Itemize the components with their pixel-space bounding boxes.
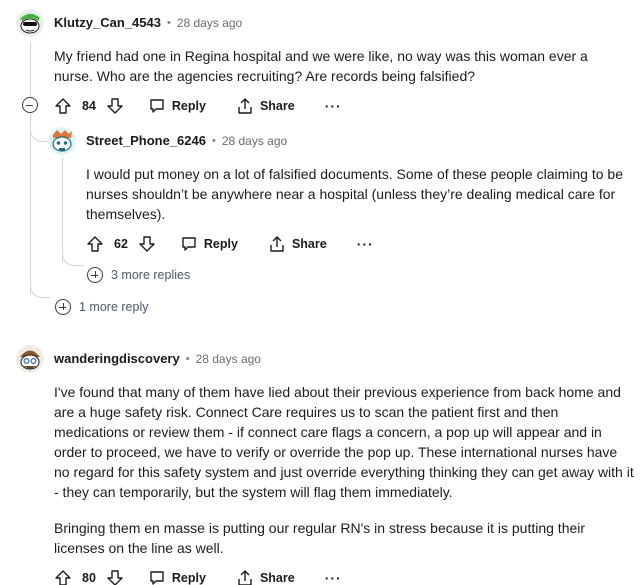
vote-count: 80	[82, 571, 96, 585]
timestamp[interactable]: 28 days ago	[177, 16, 242, 30]
comment-header: Street_Phone_6246 • 28 days ago	[86, 133, 287, 148]
reply-button[interactable]: Reply	[148, 97, 206, 115]
comment-body: I would put money on a lot of falsified …	[86, 166, 623, 222]
downvote-icon[interactable]	[106, 569, 124, 585]
downvote-icon[interactable]	[106, 97, 124, 115]
thread-line-1	[30, 42, 31, 98]
separator: •	[211, 134, 216, 147]
separator: •	[185, 352, 190, 365]
username[interactable]: Street_Phone_6246	[86, 133, 206, 148]
vote-count: 62	[114, 237, 128, 251]
share-label: Share	[259, 99, 295, 113]
comment-header: Klutzy_Can_4543 • 28 days ago	[54, 15, 242, 30]
share-button[interactable]: Share	[236, 97, 295, 115]
reply-icon	[150, 571, 164, 585]
username[interactable]: wanderingdiscovery	[54, 351, 180, 366]
more-options-button[interactable]: ···	[325, 570, 342, 585]
avatar-snoo-teal-icon	[48, 127, 76, 155]
share-icon	[238, 98, 252, 114]
action-bar: 80 Reply Share ···	[54, 568, 342, 585]
thread-curve-1	[30, 280, 50, 298]
avatar-snoo-brown-icon	[16, 345, 44, 373]
share-icon	[238, 570, 252, 585]
comment-body: My friend had one in Regina hospital and…	[54, 48, 588, 84]
timestamp[interactable]: 28 days ago	[222, 134, 287, 148]
thread-line-2	[62, 158, 63, 262]
reply-button[interactable]: Reply	[180, 235, 238, 253]
avatar-snoo-green-icon	[16, 9, 44, 37]
comment-header: wanderingdiscovery • 28 days ago	[54, 351, 261, 366]
thread-curve-2	[62, 250, 84, 266]
avatar[interactable]	[48, 127, 76, 155]
avatar[interactable]	[16, 345, 44, 373]
avatar[interactable]	[16, 9, 44, 37]
collapse-icon[interactable]	[22, 97, 38, 113]
share-button[interactable]: Share	[236, 569, 295, 585]
reply-label: Reply	[203, 237, 238, 251]
reply-icon	[150, 99, 164, 113]
expand-icon	[87, 267, 103, 283]
vote-count: 84	[82, 99, 96, 113]
username[interactable]: Klutzy_Can_4543	[54, 15, 161, 30]
action-bar: 62 Reply Share ···	[86, 234, 374, 254]
reply-label: Reply	[171, 571, 206, 585]
separator: •	[166, 16, 171, 29]
more-replies-label: 1 more reply	[79, 300, 149, 314]
reply-button[interactable]: Reply	[148, 569, 206, 585]
upvote-icon[interactable]	[54, 569, 72, 585]
timestamp[interactable]: 28 days ago	[196, 352, 261, 366]
reply-label: Reply	[171, 99, 206, 113]
comment-body-paragraph-1: I've found that many of them have lied a…	[54, 384, 634, 500]
share-icon	[270, 236, 284, 252]
more-replies-label: 3 more replies	[111, 268, 191, 282]
downvote-icon[interactable]	[138, 235, 156, 253]
expand-icon	[55, 299, 71, 315]
thread-line-1b	[30, 114, 31, 294]
more-replies-link[interactable]: 1 more reply	[55, 299, 148, 315]
more-options-button[interactable]: ···	[357, 236, 374, 252]
share-label: Share	[291, 237, 327, 251]
reply-icon	[182, 237, 196, 251]
share-label: Share	[259, 571, 295, 585]
thread-curve-reply	[30, 122, 48, 142]
comment-body-paragraph-2: Bringing them en masse is putting our re…	[54, 520, 586, 556]
more-replies-link[interactable]: 3 more replies	[87, 267, 190, 283]
more-options-button[interactable]: ···	[325, 98, 342, 114]
upvote-icon[interactable]	[86, 235, 104, 253]
action-bar: 84 Reply Share ···	[54, 96, 342, 116]
upvote-icon[interactable]	[54, 97, 72, 115]
share-button[interactable]: Share	[268, 235, 327, 253]
